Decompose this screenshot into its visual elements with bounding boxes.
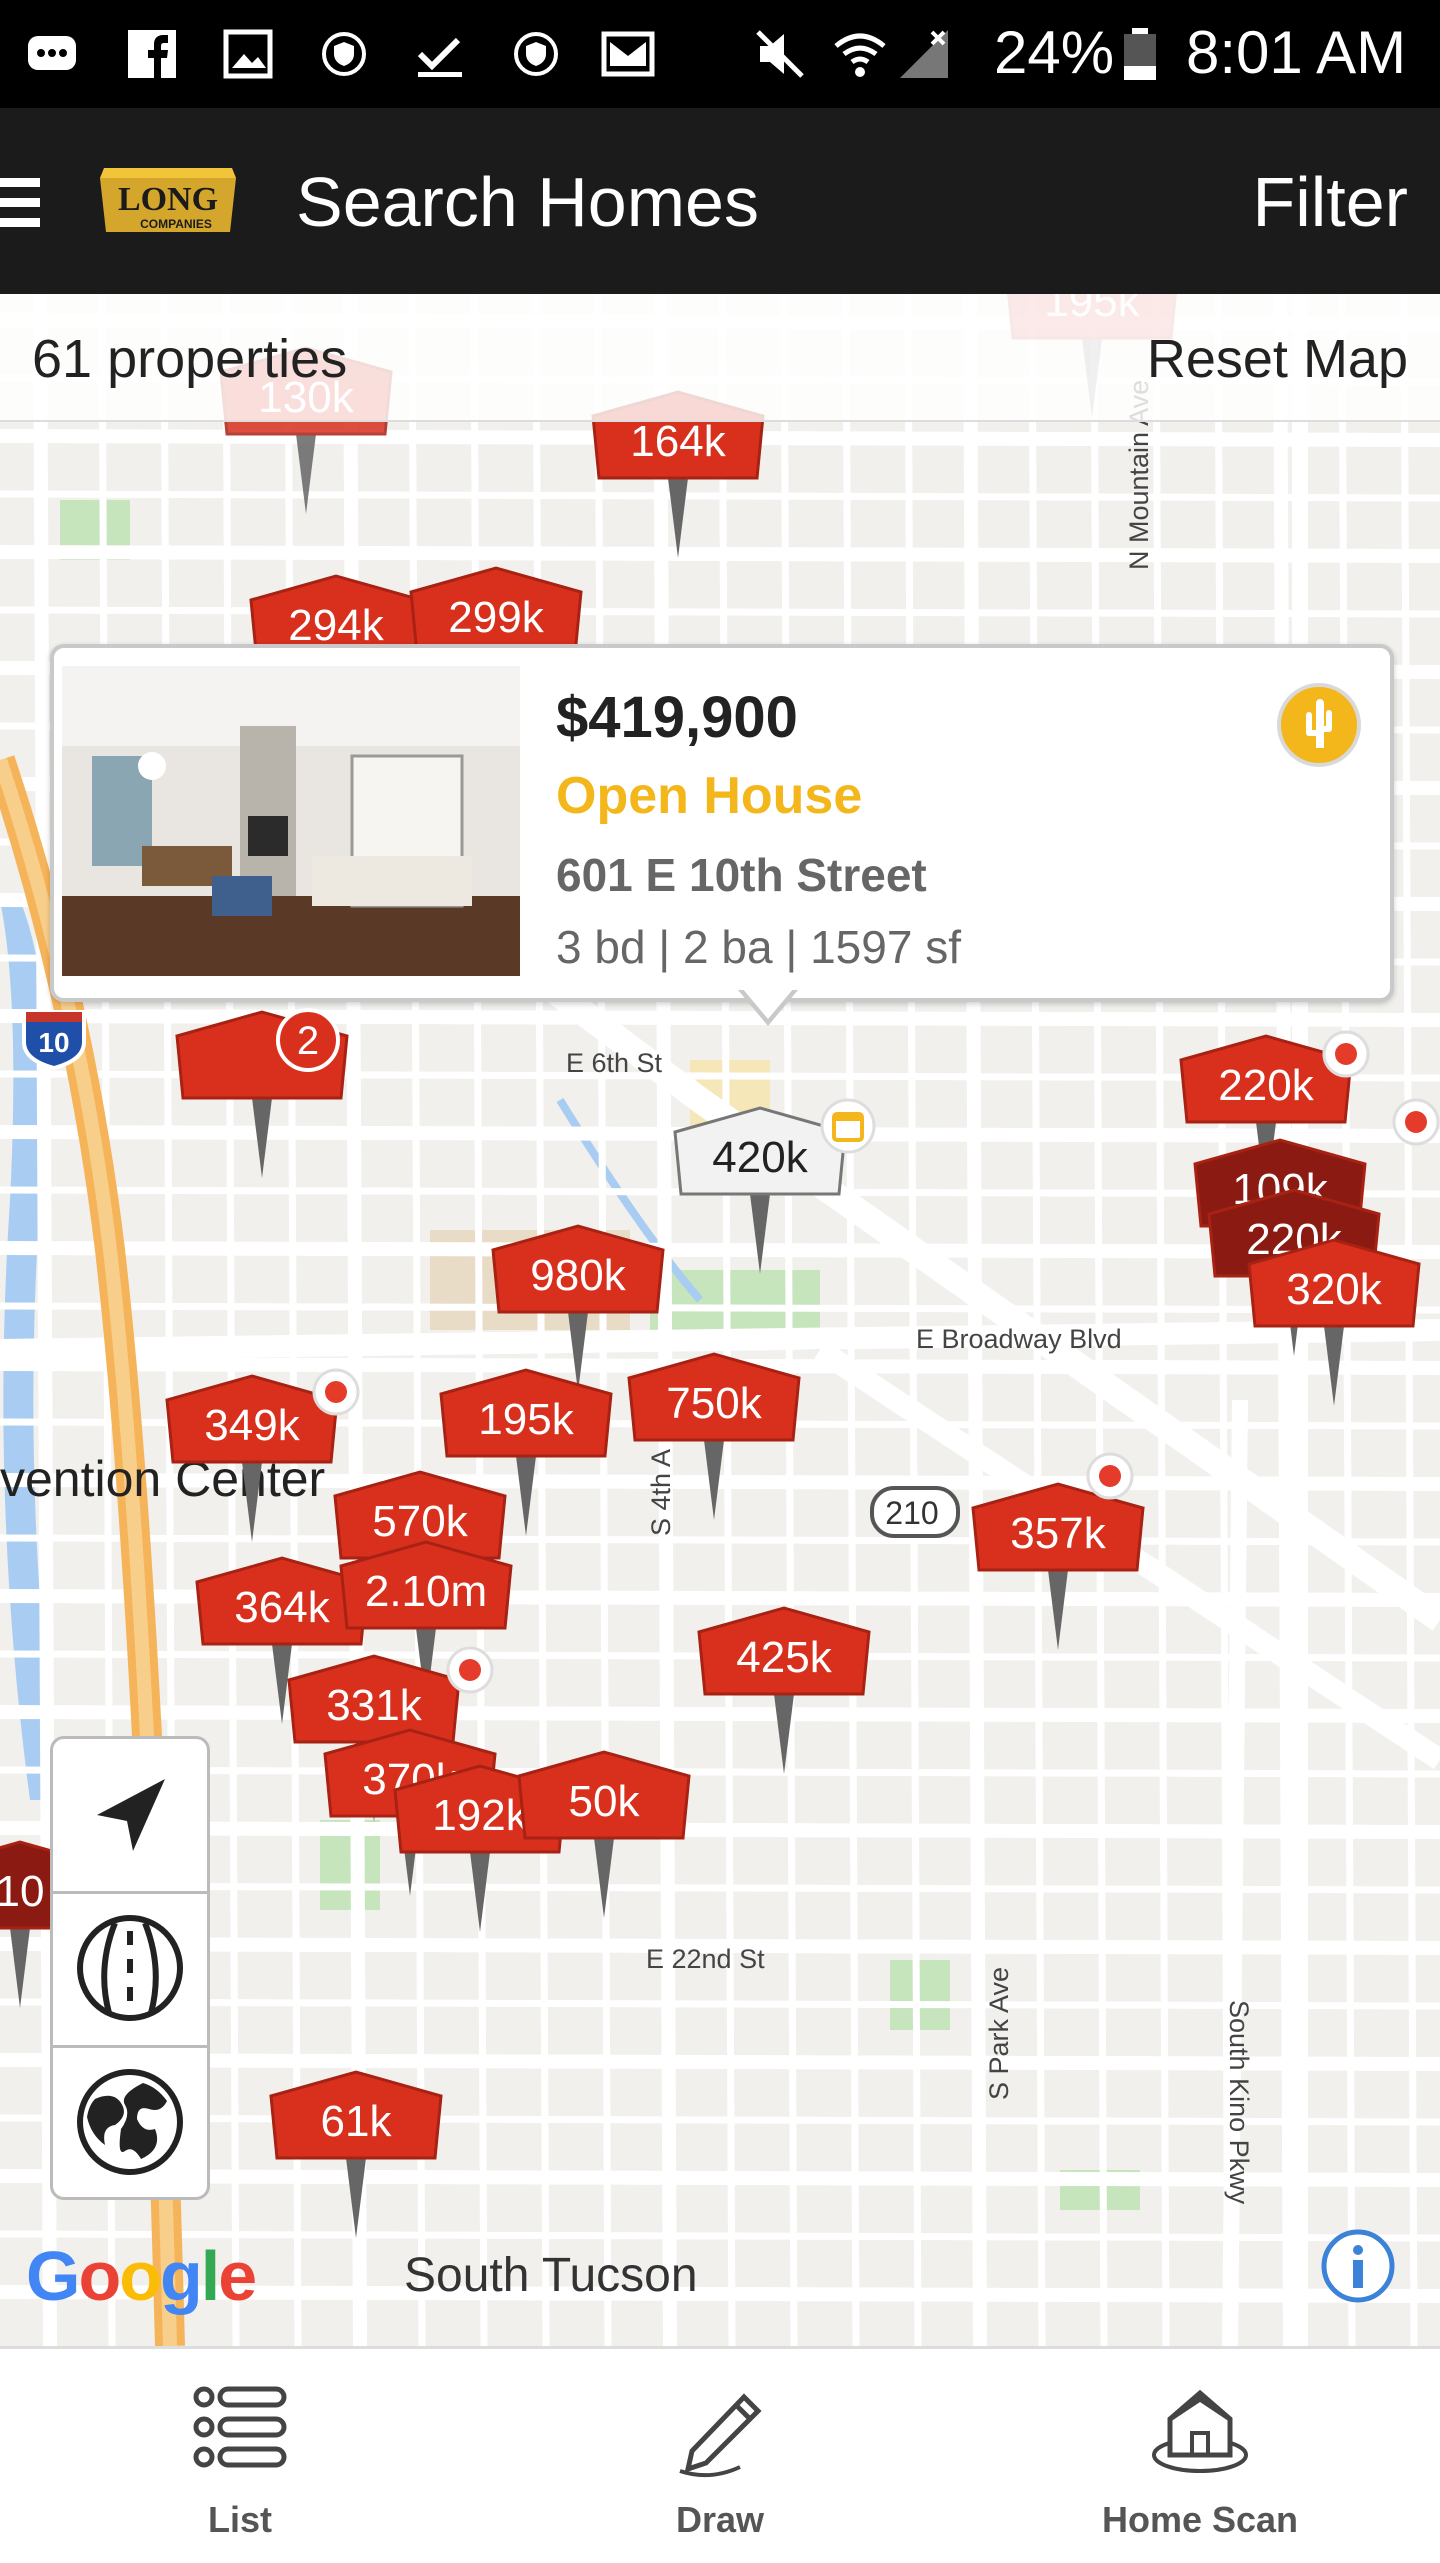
wifi-icon xyxy=(834,33,886,77)
property-count: 61 properties xyxy=(32,329,348,389)
pencil-icon xyxy=(679,2393,762,2478)
price-pin-label: 980k xyxy=(530,1251,626,1300)
status-bar: 24% 8:01 AM xyxy=(0,0,1440,108)
check-icon xyxy=(417,37,462,77)
price-pin-label: 50k xyxy=(569,1777,641,1826)
price-pin-label: 195k xyxy=(478,1395,574,1444)
street-label-broadway: E Broadway Blvd xyxy=(916,1324,1122,1354)
navigation-arrow-icon xyxy=(97,1779,165,1851)
road-icon xyxy=(77,1915,183,2021)
listing-details: 3 bd | 2 ba | 1597 sf xyxy=(556,921,961,973)
street-label-e22nd: E 22nd St xyxy=(646,1944,765,1974)
battery-icon xyxy=(1124,28,1156,80)
page-title: Search Homes xyxy=(296,163,759,241)
app-bar: LONG COMPANIES Search Homes Filter xyxy=(0,108,1440,294)
reset-map-button[interactable]: Reset Map xyxy=(1147,328,1408,390)
price-pin-label: 425k xyxy=(736,1633,832,1682)
price-pin-label: 420k xyxy=(712,1133,808,1182)
signal-icon xyxy=(900,30,948,78)
map-canvas[interactable]: 10 210 E 6th St E Broadway Blvd E 22nd S… xyxy=(0,294,1440,2346)
place-label-south-tucson: South Tucson xyxy=(404,2249,698,2302)
filter-button[interactable]: Filter xyxy=(1252,162,1408,242)
map-tools-panel xyxy=(50,1736,210,2200)
street-label-kino: South Kino Pkwy xyxy=(1224,2000,1254,2205)
home-scan-icon xyxy=(1152,2389,1248,2473)
price-pin-label: 294k xyxy=(288,601,384,650)
price-pin-label: 331k xyxy=(326,1681,422,1730)
listing-status: Open House xyxy=(556,767,863,825)
long-companies-logo: LONG COMPANIES xyxy=(100,168,236,232)
price-pin-label: 61k xyxy=(321,2097,393,2146)
road-view-button[interactable] xyxy=(53,1893,207,2043)
price-pin-label: 320k xyxy=(1286,1265,1382,1314)
info-icon[interactable] xyxy=(1320,2228,1396,2304)
battery-percent: 24% xyxy=(994,19,1115,86)
price-pin-label: 570k xyxy=(372,1497,468,1546)
satellite-view-button[interactable] xyxy=(53,2047,207,2197)
popup-tail-inner xyxy=(742,988,794,1019)
clock: 8:01 AM xyxy=(1186,19,1407,86)
price-pin-label: 164k xyxy=(630,417,726,466)
street-label-park: S Park Ave xyxy=(984,1967,1014,2100)
svg-text:LONG: LONG xyxy=(118,181,218,218)
svg-text:210: 210 xyxy=(885,1495,938,1531)
results-bar: 61 properties Reset Map xyxy=(0,294,1440,422)
price-pin-label: 349k xyxy=(204,1401,300,1450)
facebook-icon xyxy=(128,30,176,78)
listing-price: $419,900 xyxy=(556,685,798,750)
nav-draw-label: Draw xyxy=(675,2499,765,2540)
nav-list-label: List xyxy=(207,2499,272,2540)
price-pin-label: 2.10m xyxy=(365,1567,487,1616)
price-pin-label: 750k xyxy=(666,1379,762,1428)
messenger-icon xyxy=(28,36,76,70)
price-pin-label: 299k xyxy=(448,593,544,642)
price-pin-label: 357k xyxy=(1010,1509,1106,1558)
calendar-badge-icon xyxy=(820,1098,876,1154)
price-pin-label: 2 xyxy=(297,1019,319,1063)
price-pin-label: 220k xyxy=(1218,1061,1314,1110)
interstate-10-shield: 10 xyxy=(22,1010,86,1071)
listing-photo[interactable] xyxy=(62,666,520,976)
street-label-e6th: E 6th St xyxy=(566,1048,663,1078)
mail-icon xyxy=(601,31,655,77)
my-location-button[interactable] xyxy=(53,1739,207,1889)
nav-draw[interactable]: Draw xyxy=(570,2349,870,2563)
price-pin-label: 192k xyxy=(432,1791,528,1840)
listing-address: 601 E 10th Street xyxy=(556,849,927,901)
price-pin-label: 10 xyxy=(0,1867,44,1916)
street-label-s4th: S 4th A xyxy=(646,1449,676,1536)
hamburger-menu-icon[interactable] xyxy=(0,174,40,230)
nav-home-scan[interactable]: Home Scan xyxy=(1050,2349,1350,2563)
bottom-navigation: List Draw Home Scan xyxy=(0,2346,1440,2563)
globe-icon xyxy=(77,2069,183,2175)
listing-popup-card[interactable]: $419,900 Open House 601 E 10th Street 3 … xyxy=(50,644,1394,1002)
gallery-icon xyxy=(223,29,273,79)
cactus-badge-icon[interactable] xyxy=(1276,682,1362,768)
svg-text:COMPANIES: COMPANIES xyxy=(140,217,212,231)
shield-icon xyxy=(514,32,558,76)
shield-icon xyxy=(322,32,366,76)
svg-text:10: 10 xyxy=(38,1027,69,1058)
route-210-shield: 210 xyxy=(870,1486,960,1538)
nav-home-scan-label: Home Scan xyxy=(1101,2499,1299,2540)
list-icon xyxy=(193,2386,287,2468)
price-pin-label: 364k xyxy=(234,1583,330,1632)
mute-icon xyxy=(756,30,804,78)
google-logo: Google xyxy=(26,2237,257,2315)
map-view[interactable]: 10 210 E 6th St E Broadway Blvd E 22nd S… xyxy=(0,294,1440,2346)
nav-list[interactable]: List xyxy=(90,2349,390,2563)
